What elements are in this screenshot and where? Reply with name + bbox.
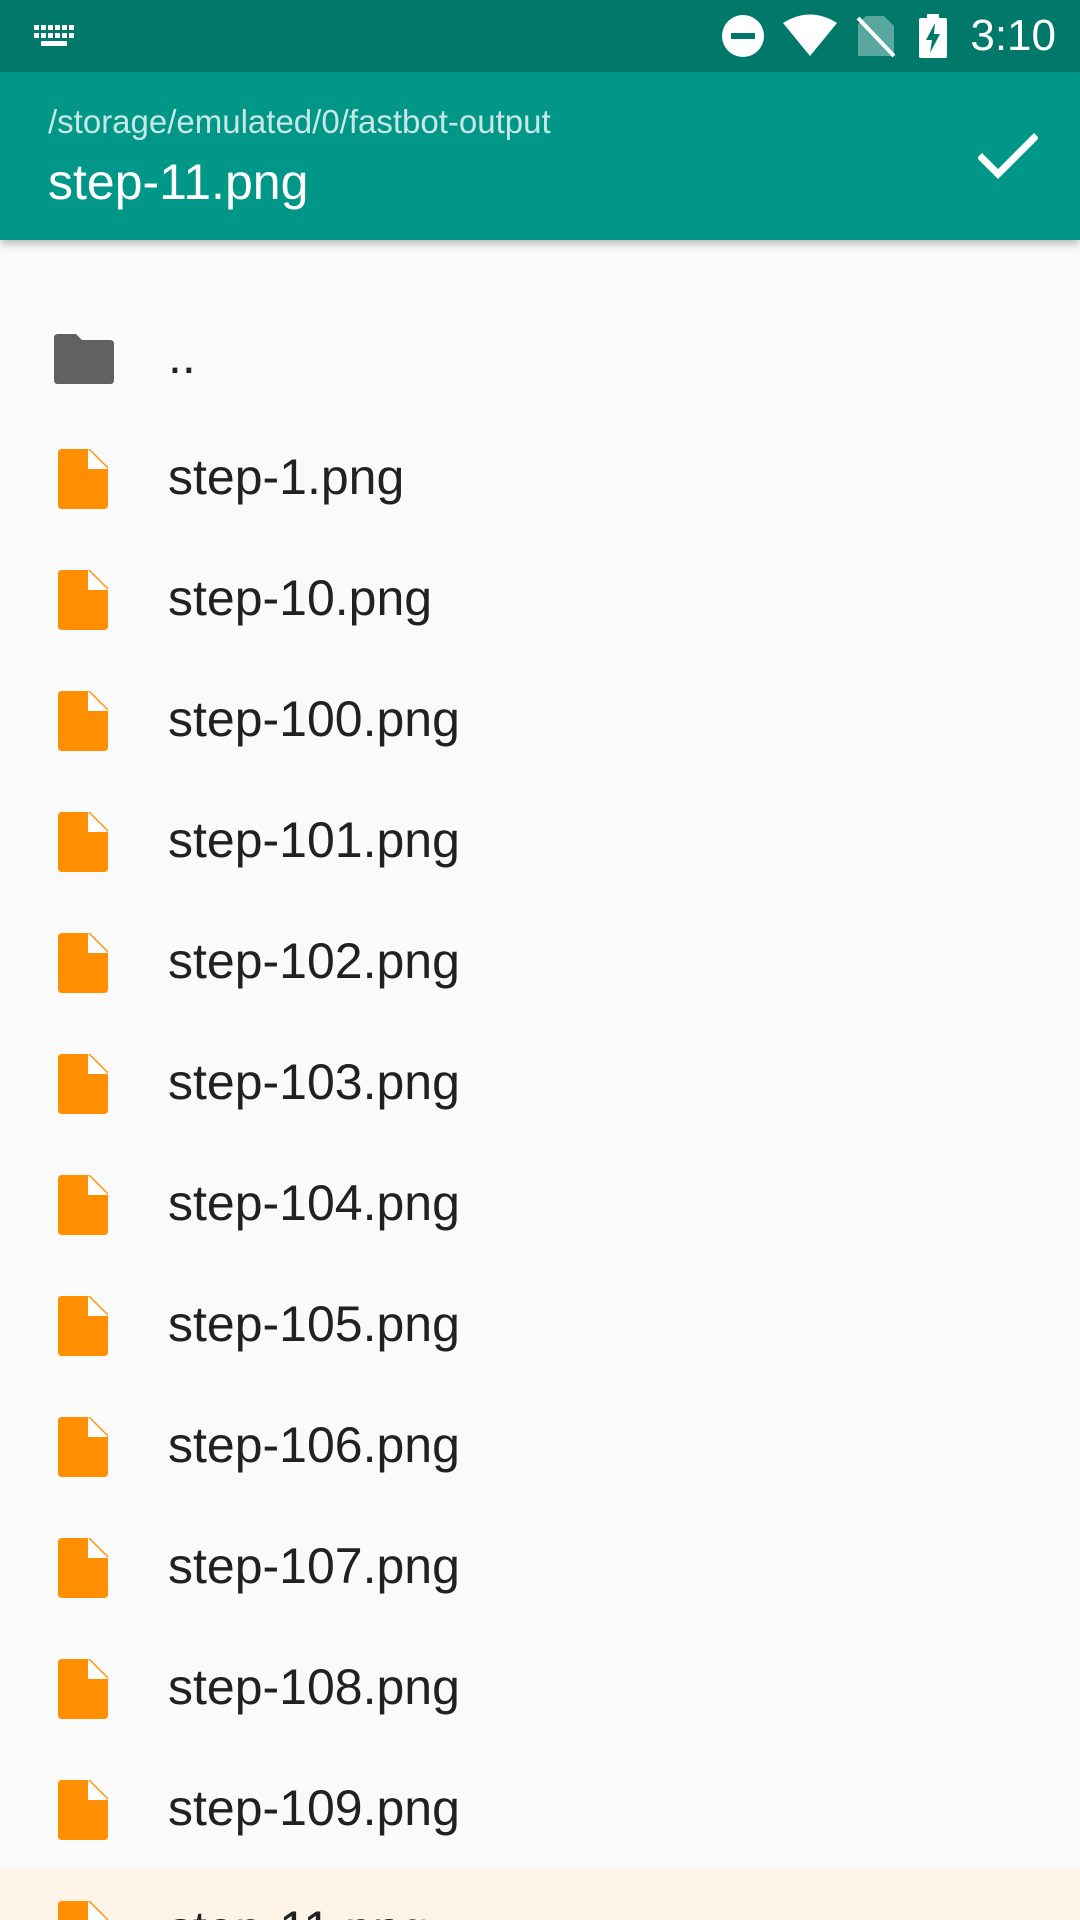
file-row[interactable]: step-101.png <box>0 780 1080 901</box>
parent-directory-row[interactable]: .. <box>0 296 1080 417</box>
file-icon <box>58 570 108 630</box>
file-name: step-10.png <box>168 570 433 626</box>
file-name: step-100.png <box>168 691 460 747</box>
file-icon <box>58 449 108 509</box>
file-name: step-109.png <box>168 1780 460 1836</box>
file-name: step-103.png <box>168 1054 460 1110</box>
file-icon <box>58 1780 108 1840</box>
file-name: step-1.png <box>168 449 405 505</box>
folder-icon <box>54 334 114 384</box>
file-icon <box>58 1538 108 1598</box>
file-icon <box>58 1901 108 1920</box>
file-name: step-107.png <box>168 1538 460 1594</box>
battery-charging-icon <box>919 14 947 58</box>
file-row[interactable]: step-109.png <box>0 1748 1080 1869</box>
file-name: step-11.png <box>168 1869 428 1920</box>
file-name: step-104.png <box>168 1175 460 1231</box>
clock: 3:10 <box>970 11 1056 60</box>
confirm-button[interactable] <box>968 116 1048 196</box>
file-row[interactable]: step-100.png <box>0 659 1080 780</box>
file-name: .. <box>168 328 196 384</box>
selected-file-title: step-11.png <box>48 154 309 210</box>
check-icon <box>978 133 1038 179</box>
file-row[interactable]: step-104.png <box>0 1143 1080 1264</box>
file-name: step-105.png <box>168 1296 460 1352</box>
do-not-disturb-icon <box>722 15 764 57</box>
file-row[interactable]: step-106.png <box>0 1385 1080 1506</box>
file-list: .. step-1.png step-10.png step-100.png step-… <box>0 296 1080 1920</box>
file-row[interactable]: step-105.png <box>0 1264 1080 1385</box>
file-icon <box>58 1175 108 1235</box>
no-sim-icon <box>856 16 896 58</box>
file-name: step-106.png <box>168 1417 460 1473</box>
file-icon <box>58 691 108 751</box>
file-icon <box>58 933 108 993</box>
status-bar: 3:10 <box>0 0 1080 72</box>
app-toolbar: /storage/emulated/0/fastbot-output step-… <box>0 72 1080 240</box>
file-icon <box>58 1417 108 1477</box>
file-row[interactable]: step-1.png <box>0 417 1080 538</box>
keyboard-icon <box>34 25 74 46</box>
current-path: /storage/emulated/0/fastbot-output <box>48 103 551 140</box>
file-icon <box>58 1659 108 1719</box>
file-name: step-108.png <box>168 1659 460 1715</box>
file-row[interactable]: step-102.png <box>0 901 1080 1022</box>
file-row[interactable]: step-108.png <box>0 1627 1080 1748</box>
file-icon <box>58 1054 108 1114</box>
file-icon <box>58 1296 108 1356</box>
file-list-container[interactable]: .. step-1.png step-10.png step-100.png step-… <box>0 240 1080 1920</box>
file-row[interactable]: step-10.png <box>0 538 1080 659</box>
file-icon <box>58 812 108 872</box>
file-name: step-101.png <box>168 812 460 868</box>
file-row[interactable]: step-107.png <box>0 1506 1080 1627</box>
file-row[interactable]: step-103.png <box>0 1022 1080 1143</box>
wifi-icon <box>783 14 837 56</box>
file-row[interactable]: step-11.png <box>0 1869 1080 1920</box>
file-name: step-102.png <box>168 933 460 989</box>
